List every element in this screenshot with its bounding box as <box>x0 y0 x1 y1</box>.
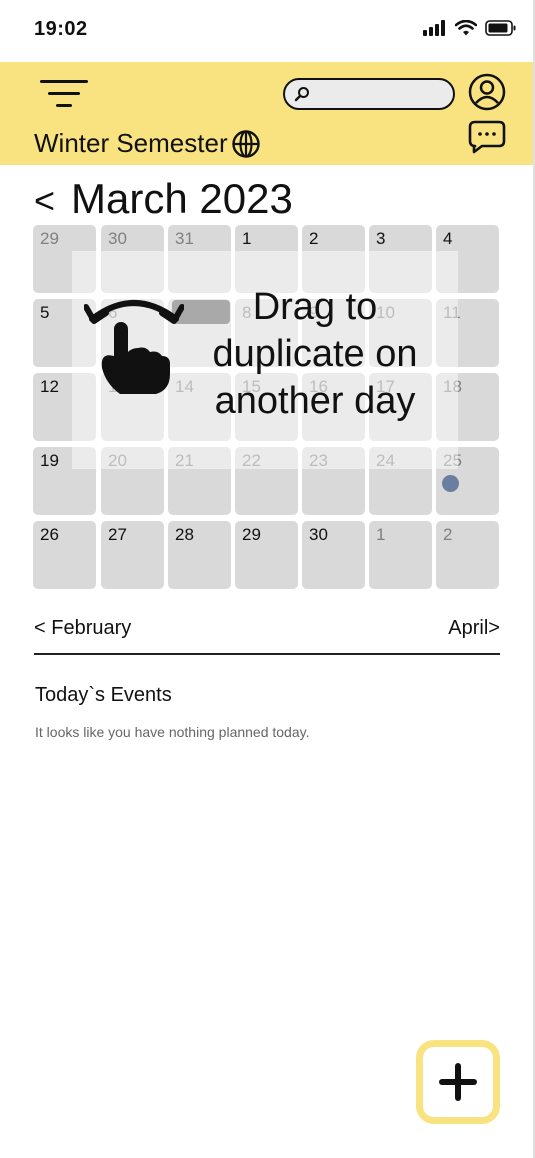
calendar-day-cell[interactable]: 27 <box>101 521 164 589</box>
day-number: 2 <box>309 229 319 248</box>
hint-line: another day <box>214 380 416 423</box>
day-number: 1 <box>242 229 252 248</box>
day-number: 1 <box>376 525 386 544</box>
add-event-button[interactable] <box>416 1040 500 1124</box>
calendar-day-cell[interactable]: 3 <box>369 225 432 293</box>
calendar-day-cell[interactable]: 21 <box>168 447 231 515</box>
calendar-day-cell[interactable]: 22 <box>235 447 298 515</box>
battery-icon <box>485 20 516 36</box>
month-title: March 2023 <box>71 175 293 222</box>
calendar-day-cell[interactable]: 30 <box>302 521 365 589</box>
previous-month-chevron[interactable]: < <box>34 183 55 219</box>
day-number: 26 <box>40 525 59 544</box>
day-number: 3 <box>376 229 386 248</box>
calendar-day-cell[interactable]: 19 <box>33 447 96 515</box>
tutorial-hint-text: Drag to duplicate on another day <box>190 284 440 425</box>
calendar-day-cell[interactable]: 2 <box>302 225 365 293</box>
calendar-day-cell[interactable]: 1 <box>235 225 298 293</box>
cellular-signal-icon <box>423 20 445 36</box>
app-header: Winter Semester <box>0 62 535 165</box>
globe-icon[interactable] <box>231 129 261 159</box>
day-number: 29 <box>242 525 261 544</box>
calendar-day-cell[interactable]: 20 <box>101 447 164 515</box>
day-number: 12 <box>40 377 59 396</box>
status-icons <box>423 20 517 36</box>
month-header: < March 2023 <box>34 175 293 223</box>
hint-line: duplicate on <box>212 333 418 376</box>
day-number: 22 <box>242 451 261 470</box>
day-number: 31 <box>175 229 194 248</box>
day-number: 20 <box>108 451 127 470</box>
previous-month-link[interactable]: < February <box>34 617 131 640</box>
wifi-icon <box>455 20 477 36</box>
calendar-day-cell[interactable]: 18 <box>436 373 499 441</box>
calendar-day-cell[interactable]: 31 <box>168 225 231 293</box>
day-number: 28 <box>175 525 194 544</box>
event-dot <box>442 475 459 492</box>
status-bar: 19:02 <box>0 0 535 62</box>
semester-title: Winter Semester <box>34 128 228 158</box>
day-number: 27 <box>108 525 127 544</box>
semester-selector[interactable]: Winter Semester <box>34 128 261 159</box>
next-month-link[interactable]: April> <box>448 617 500 640</box>
calendar-day-cell[interactable]: 28 <box>168 521 231 589</box>
calendar-day-cell[interactable]: 30 <box>101 225 164 293</box>
month-navigation: < February April> <box>34 617 500 655</box>
day-number: 24 <box>376 451 395 470</box>
calendar-day-cell[interactable]: 4 <box>436 225 499 293</box>
plus-icon <box>439 1063 477 1101</box>
events-heading: Today`s Events <box>35 684 172 706</box>
search-icon <box>294 87 309 102</box>
calendar-day-cell[interactable]: 23 <box>302 447 365 515</box>
day-number: 30 <box>108 229 127 248</box>
day-number: 5 <box>40 303 50 322</box>
status-time: 19:02 <box>34 18 88 40</box>
day-number: 18 <box>443 377 462 396</box>
calendar-day-cell[interactable]: 11 <box>436 299 499 367</box>
calendar-day-cell[interactable]: 2 <box>436 521 499 589</box>
day-number: 23 <box>309 451 328 470</box>
day-number: 30 <box>309 525 328 544</box>
day-number: 4 <box>443 229 453 248</box>
events-empty-message: It looks like you have nothing planned t… <box>35 724 310 740</box>
profile-icon[interactable] <box>468 73 506 111</box>
pointing-hand-icon <box>101 322 170 394</box>
day-number: 11 <box>443 303 461 322</box>
day-number: 29 <box>40 229 59 248</box>
calendar-day-cell[interactable]: 24 <box>369 447 432 515</box>
day-number: 2 <box>443 525 453 544</box>
menu-icon[interactable] <box>40 78 88 108</box>
calendar-day-cell[interactable]: 29 <box>33 225 96 293</box>
search-input[interactable] <box>283 78 455 110</box>
day-number: 21 <box>175 451 194 470</box>
day-number: 19 <box>40 451 59 470</box>
day-number: 25 <box>443 451 462 470</box>
calendar-day-cell[interactable]: 1 <box>369 521 432 589</box>
chat-icon[interactable] <box>468 120 506 154</box>
calendar-day-cell[interactable]: 29 <box>235 521 298 589</box>
hint-line: Drag to <box>252 286 378 328</box>
calendar-day-cell[interactable]: 26 <box>33 521 96 589</box>
calendar-day-cell[interactable]: 12 <box>33 373 96 441</box>
